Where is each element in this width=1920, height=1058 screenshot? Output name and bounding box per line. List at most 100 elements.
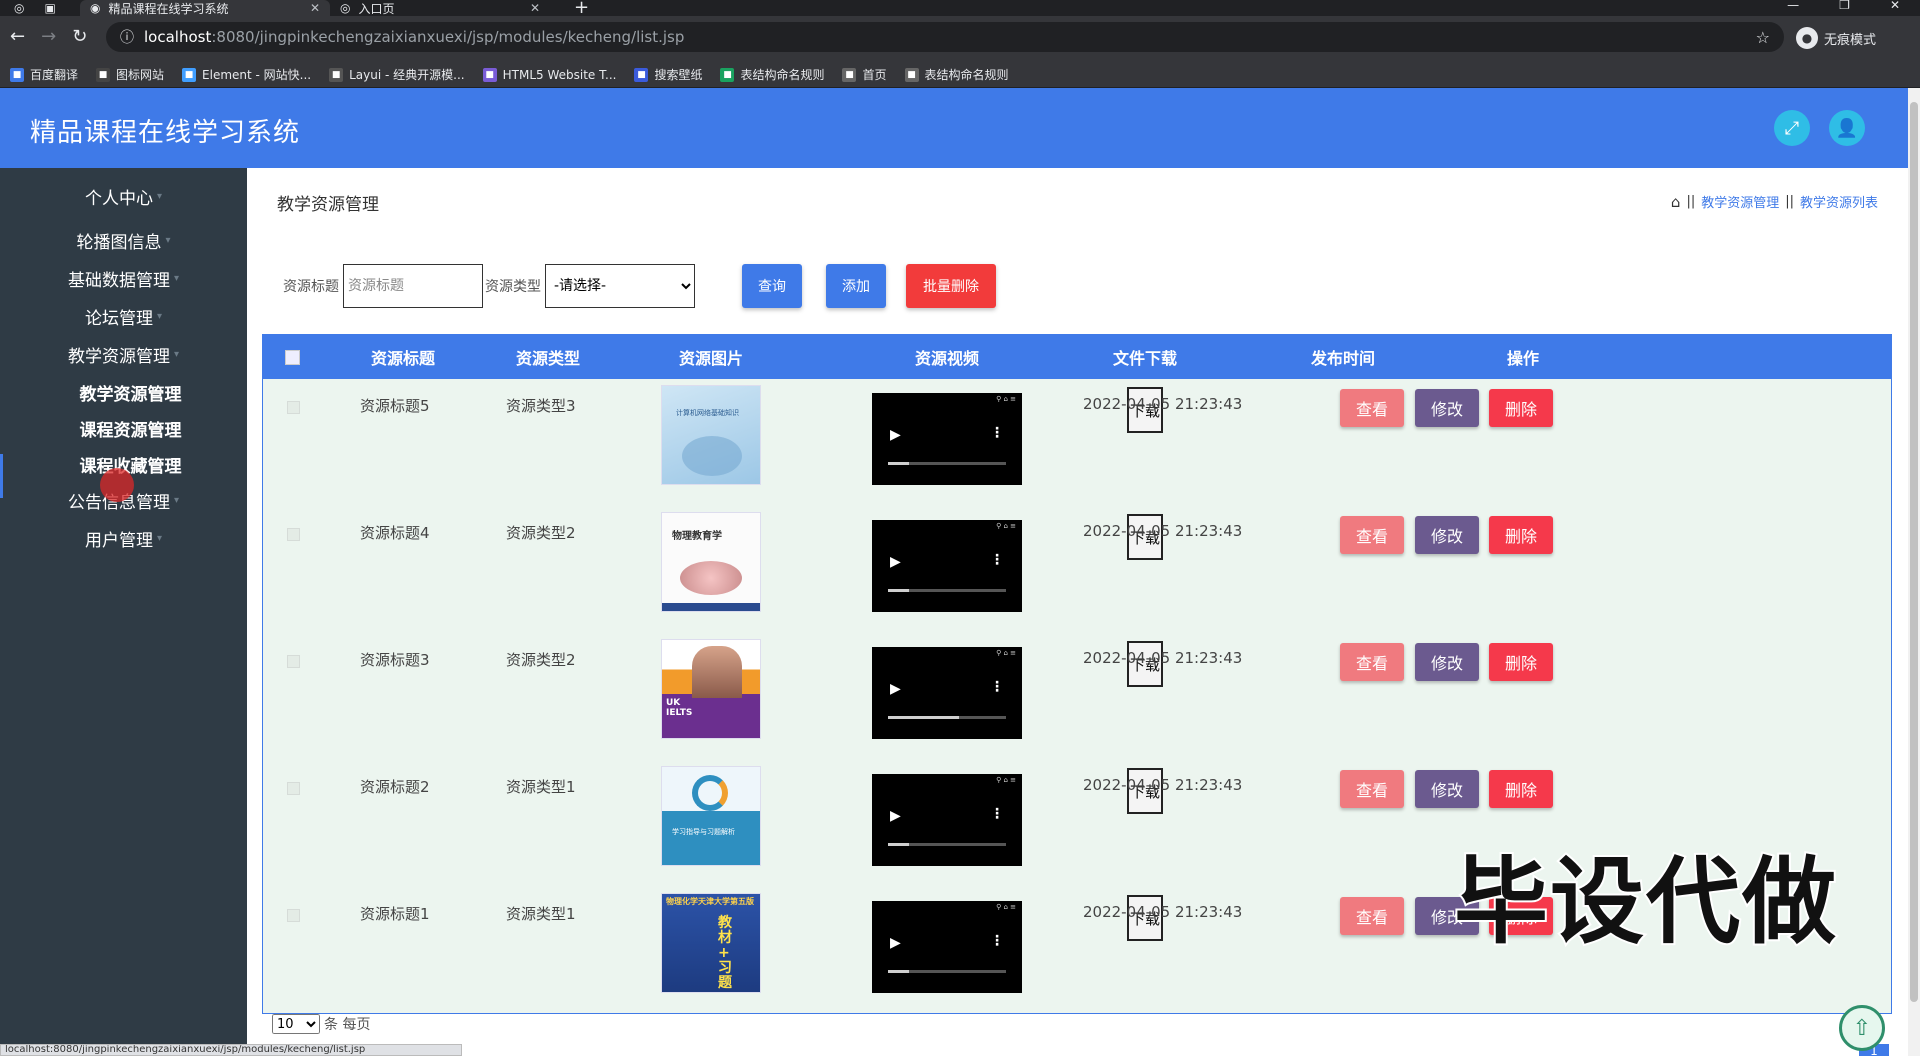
bookmark-star-icon[interactable]: ☆	[1756, 28, 1770, 47]
edit-button[interactable]: 修改	[1415, 770, 1479, 808]
scrollbar-thumb[interactable]	[1910, 102, 1918, 1002]
play-icon[interactable]: ▶	[890, 427, 901, 443]
home-icon[interactable]: ⌂	[1671, 193, 1681, 211]
more-vert-icon[interactable]: ⋮	[990, 933, 1004, 949]
sidebar-item[interactable]: 个人中心 ▾	[0, 176, 247, 216]
chrome-icon: ◎	[14, 1, 25, 15]
bookmark-item[interactable]: ■ HTML5 Website T...	[482, 67, 616, 82]
window-close-icon[interactable]: ✕	[1890, 0, 1900, 12]
caret-icon: ▾	[156, 190, 163, 202]
tab-close-icon[interactable]: ✕	[310, 1, 320, 15]
type-select[interactable]: -请选择-	[545, 264, 695, 308]
bookmark-item[interactable]: ■ 搜索壁纸	[634, 66, 702, 83]
delete-button[interactable]: 删除	[1489, 389, 1553, 427]
resource-video[interactable]: ⚲ ⌂ ≡ ▶ ⋮	[872, 901, 1022, 993]
video-status-icons: ⚲ ⌂ ≡	[996, 903, 1016, 911]
play-icon[interactable]: ▶	[890, 935, 901, 951]
breadcrumb-item[interactable]: 教学资源列表	[1800, 192, 1878, 211]
delete-button[interactable]: 删除	[1489, 770, 1553, 808]
play-icon[interactable]: ▶	[890, 808, 901, 824]
batch-delete-button[interactable]: 批量删除	[906, 264, 996, 308]
page-title: 教学资源管理	[277, 195, 379, 215]
bookmark-item[interactable]: ■ 表结构命名规则	[720, 66, 824, 83]
bookmark-item[interactable]: ■ 百度翻译	[10, 66, 78, 83]
row-checkbox[interactable]	[287, 528, 300, 541]
bookmark-item[interactable]: ■ Layui - 经典开源模...	[329, 66, 465, 83]
view-button[interactable]: 查看	[1340, 643, 1404, 681]
resource-video[interactable]: ⚲ ⌂ ≡ ▶ ⋮	[872, 647, 1022, 739]
video-progress-bar[interactable]	[888, 716, 1006, 719]
video-progress-bar[interactable]	[888, 462, 1006, 465]
more-vert-icon[interactable]: ⋮	[990, 806, 1004, 822]
cell-type: 资源类型1	[506, 778, 576, 796]
bookmark-item[interactable]: ■ 图标网站	[96, 66, 164, 83]
nav-buttons: ← → ↻	[10, 26, 87, 47]
tab-inactive[interactable]: ◎ 入口页 ✕	[330, 0, 550, 16]
resource-image[interactable]: UK IELTS	[661, 639, 761, 739]
table-header: 资源标题 资源类型 资源图片 资源视频 文件下载 发布时间 操作	[263, 335, 1891, 379]
page-size-select[interactable]: 10	[272, 1014, 320, 1034]
more-vert-icon[interactable]: ⋮	[990, 679, 1004, 695]
tab-close-icon[interactable]: ✕	[530, 1, 540, 15]
sidebar-item[interactable]: 轮播图信息 ▾	[0, 220, 247, 260]
view-button[interactable]: 查看	[1340, 516, 1404, 554]
resource-image[interactable]: 物理教育学	[661, 512, 761, 612]
edit-button[interactable]: 修改	[1415, 516, 1479, 554]
video-progress-bar[interactable]	[888, 843, 1006, 846]
resource-video[interactable]: ⚲ ⌂ ≡ ▶ ⋮	[872, 393, 1022, 485]
row-checkbox[interactable]	[287, 909, 300, 922]
bookmark-item[interactable]: ■ 首页	[842, 66, 887, 83]
caret-icon: ▾	[156, 310, 163, 322]
row-checkbox[interactable]	[287, 401, 300, 414]
more-vert-icon[interactable]: ⋮	[990, 552, 1004, 568]
user-button[interactable]: 👤	[1829, 110, 1865, 146]
sidebar-item[interactable]: 课程资源管理	[0, 408, 247, 448]
forward-icon[interactable]: →	[41, 26, 56, 47]
video-status-icons: ⚲ ⌂ ≡	[996, 649, 1016, 657]
info-icon[interactable]: ⓘ	[120, 27, 134, 47]
view-button[interactable]: 查看	[1340, 389, 1404, 427]
resource-image[interactable]: 学习指导与习题解析	[661, 766, 761, 866]
caret-icon: ▾	[173, 348, 180, 360]
bookmark-item[interactable]: ■ 表结构命名规则	[904, 66, 1009, 83]
sidebar-item[interactable]: 基础数据管理 ▾	[0, 258, 247, 298]
resource-video[interactable]: ⚲ ⌂ ≡ ▶ ⋮	[872, 774, 1022, 866]
bookmark-item[interactable]: ■ Element - 网站快...	[182, 66, 311, 83]
view-button[interactable]: 查看	[1340, 770, 1404, 808]
edit-button[interactable]: 修改	[1415, 389, 1479, 427]
back-to-top-button[interactable]: ⇧	[1839, 1005, 1885, 1051]
delete-button[interactable]: 删除	[1489, 643, 1553, 681]
breadcrumb-item[interactable]: 教学资源管理	[1701, 192, 1779, 211]
fullscreen-button[interactable]: ⤢	[1774, 110, 1810, 146]
resource-image[interactable]: 计算机网络基础知识	[661, 385, 761, 485]
play-icon[interactable]: ▶	[890, 554, 901, 570]
row-checkbox[interactable]	[287, 655, 300, 668]
sidebar-item[interactable]: 论坛管理 ▾	[0, 296, 247, 336]
delete-button[interactable]: 删除	[1489, 516, 1553, 554]
incognito-indicator[interactable]: ● 无痕模式	[1796, 27, 1876, 49]
row-checkbox[interactable]	[287, 782, 300, 795]
sidebar-item[interactable]: 教学资源管理	[0, 372, 247, 412]
more-vert-icon[interactable]: ⋮	[990, 425, 1004, 441]
add-button[interactable]: 添加	[826, 264, 886, 308]
minimize-icon[interactable]: —	[1787, 0, 1799, 12]
edit-button[interactable]: 修改	[1415, 643, 1479, 681]
play-icon[interactable]: ▶	[890, 681, 901, 697]
tab-active[interactable]: ◉ 精品课程在线学习系统 ✕	[80, 0, 330, 16]
select-all-checkbox[interactable]	[285, 350, 300, 365]
sidebar-item[interactable]: 用户管理 ▾	[0, 518, 247, 558]
view-button[interactable]: 查看	[1340, 897, 1404, 935]
page-scrollbar[interactable]	[1908, 88, 1920, 1056]
video-progress-bar[interactable]	[888, 970, 1006, 973]
cell-type: 资源类型2	[506, 524, 576, 542]
sidebar-item[interactable]: 教学资源管理 ▾	[0, 334, 247, 374]
resource-image[interactable]: 物理化学天津大学第五版教材 + 习题	[661, 893, 761, 993]
maximize-icon[interactable]: ❐	[1839, 0, 1850, 12]
reload-icon[interactable]: ↻	[72, 26, 87, 47]
back-icon[interactable]: ←	[10, 26, 25, 47]
resource-video[interactable]: ⚲ ⌂ ≡ ▶ ⋮	[872, 520, 1022, 612]
query-button[interactable]: 查询	[742, 264, 802, 308]
video-progress-bar[interactable]	[888, 589, 1006, 592]
title-search-input[interactable]	[343, 264, 483, 308]
url-input[interactable]: ⓘ localhost:8080/jingpinkechengzaixianxu…	[106, 22, 1784, 52]
